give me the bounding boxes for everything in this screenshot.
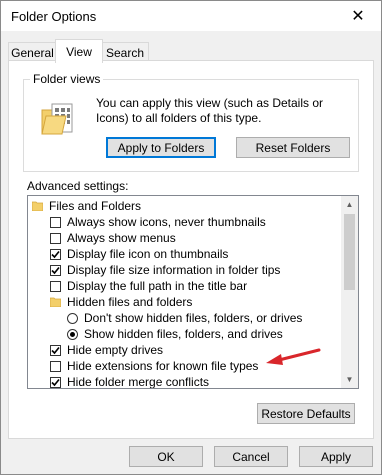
- advanced-settings-label: Advanced settings:: [27, 179, 129, 193]
- option-label: Hide empty drives: [67, 343, 164, 357]
- apply-to-folders-label: Apply to Folders: [117, 140, 205, 155]
- folder-views-group: Folder views You can apply this view (su…: [23, 72, 359, 172]
- reset-folders-button[interactable]: Reset Folders: [236, 137, 350, 158]
- tab-general-label: General: [11, 45, 54, 60]
- apply-label: Apply: [320, 449, 352, 464]
- close-icon[interactable]: ✕: [335, 1, 381, 31]
- tab-general[interactable]: General: [8, 42, 57, 62]
- files-and-folders-label: Files and Folders: [49, 199, 142, 213]
- option-label: Display file size information in folder …: [67, 263, 281, 277]
- cancel-button[interactable]: Cancel: [214, 446, 288, 467]
- list-item[interactable]: Always show icons, never thumbnails: [50, 214, 266, 230]
- tab-view-label: View: [66, 44, 92, 59]
- list-item[interactable]: Display the full path in the title bar: [50, 278, 247, 294]
- restore-defaults-label: Restore Defaults: [261, 406, 351, 421]
- radio-button-selected[interactable]: [67, 328, 78, 340]
- checkbox-checked[interactable]: [50, 344, 61, 356]
- folder-icon: [32, 201, 43, 211]
- apply-to-folders-button[interactable]: Apply to Folders: [106, 137, 216, 158]
- red-annotation-arrow-icon: [266, 348, 321, 365]
- scroll-down-icon[interactable]: ▼: [341, 371, 358, 388]
- tab-search[interactable]: Search: [101, 42, 149, 62]
- scroll-up-icon[interactable]: ▲: [341, 196, 358, 213]
- list-item[interactable]: Always show menus: [50, 230, 176, 246]
- checkbox[interactable]: [50, 216, 61, 228]
- option-label: Hide extensions for known file types: [67, 359, 259, 373]
- checkbox[interactable]: [50, 280, 61, 292]
- window-title: Folder Options: [11, 9, 97, 24]
- list-item[interactable]: Hide folder merge conflicts: [50, 374, 210, 389]
- ok-button[interactable]: OK: [129, 446, 203, 467]
- dialog-content: General View Search Folder views You can…: [1, 31, 381, 474]
- option-label: Always show icons, never thumbnails: [67, 215, 266, 229]
- list-item[interactable]: Don't show hidden files, folders, or dri…: [67, 310, 302, 326]
- option-label: Display the full path in the title bar: [67, 279, 248, 293]
- list-item[interactable]: Hide extensions for known file types: [50, 358, 258, 374]
- title-bar: Folder Options ✕: [1, 1, 381, 31]
- list-item[interactable]: Display file icon on thumbnails: [50, 246, 228, 262]
- folder-views-icon: [41, 103, 73, 135]
- list-item: Files and Folders: [32, 198, 141, 214]
- restore-defaults-button[interactable]: Restore Defaults: [257, 403, 355, 424]
- option-label: Display file icon on thumbnails: [67, 247, 229, 261]
- ok-label: OK: [157, 449, 175, 464]
- list-item[interactable]: Show hidden files, folders, and drives: [67, 326, 283, 342]
- cancel-label: Cancel: [232, 449, 270, 464]
- option-label: Hide folder merge conflicts: [67, 375, 210, 389]
- list-item[interactable]: Hide empty drives: [50, 342, 163, 358]
- checkbox-checked[interactable]: [50, 264, 61, 276]
- reset-folders-label: Reset Folders: [255, 140, 331, 155]
- option-label: Always show menus: [67, 231, 176, 245]
- folder-views-description: You can apply this view (such as Details…: [96, 96, 324, 125]
- option-label: Don't show hidden files, folders, or dri…: [84, 311, 303, 325]
- radio-button[interactable]: [67, 312, 78, 324]
- list-item: Hidden files and folders: [50, 294, 192, 310]
- option-label: Show hidden files, folders, and drives: [84, 327, 283, 341]
- scrollbar-thumb[interactable]: [344, 214, 355, 290]
- tab-view[interactable]: View: [55, 39, 103, 63]
- tab-search-label: Search: [105, 45, 145, 60]
- checkbox-checked[interactable]: [50, 248, 61, 260]
- vertical-scrollbar[interactable]: ▲ ▼: [341, 196, 358, 388]
- apply-button[interactable]: Apply: [299, 446, 373, 467]
- hidden-files-folder-label: Hidden files and folders: [67, 295, 193, 309]
- folder-options-window: Folder Options ✕ General View Search Fol…: [0, 0, 382, 475]
- checkbox[interactable]: [50, 360, 61, 372]
- folder-icon: [50, 297, 61, 307]
- folder-views-legend: Folder views: [30, 72, 104, 86]
- checkbox-checked[interactable]: [50, 376, 61, 388]
- checkbox[interactable]: [50, 232, 61, 244]
- list-item[interactable]: Display file size information in folder …: [50, 262, 280, 278]
- view-tab-panel: Folder views You can apply this view (su…: [8, 60, 374, 439]
